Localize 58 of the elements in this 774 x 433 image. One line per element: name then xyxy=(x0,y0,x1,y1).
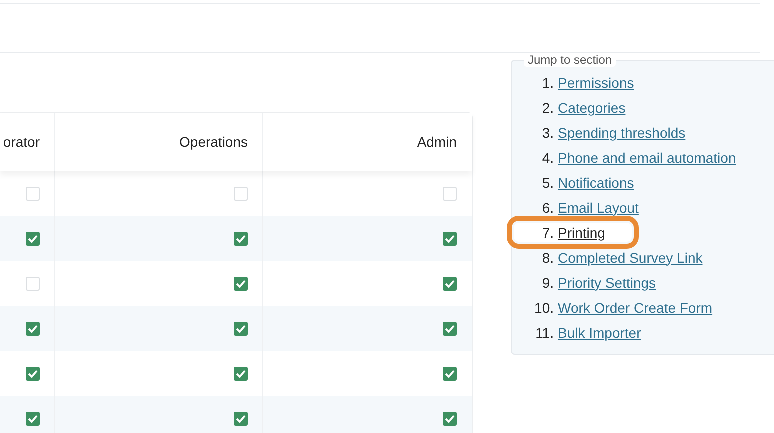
check-icon xyxy=(236,234,246,242)
panel-title: Jump to section xyxy=(524,53,616,67)
checkbox[interactable] xyxy=(443,366,457,380)
check-icon xyxy=(28,324,38,332)
section-link[interactable]: Spending thresholds xyxy=(558,124,686,140)
checkbox[interactable] xyxy=(234,322,248,336)
checkbox[interactable] xyxy=(234,366,248,380)
item-number: 3. xyxy=(541,124,554,140)
item-number: 6. xyxy=(541,200,554,216)
checkbox[interactable] xyxy=(443,412,457,426)
checkbox[interactable] xyxy=(26,186,40,200)
checkbox[interactable] xyxy=(443,276,457,290)
checkbox[interactable] xyxy=(234,232,248,246)
item-number: 8. xyxy=(541,250,554,266)
check-icon xyxy=(445,370,455,378)
column-header: Admin xyxy=(417,134,457,150)
checkbox[interactable] xyxy=(26,366,40,380)
check-icon xyxy=(236,280,246,288)
column-header: orator xyxy=(3,134,40,150)
checkbox[interactable] xyxy=(443,186,457,200)
checkbox[interactable] xyxy=(234,412,248,426)
section-link[interactable]: Notifications xyxy=(558,174,634,190)
item-number: 11. xyxy=(534,324,554,340)
item-number: 2. xyxy=(541,100,554,116)
check-icon xyxy=(28,234,38,242)
section-link[interactable]: Permissions xyxy=(558,74,634,90)
item-number: 10. xyxy=(534,300,554,316)
item-number: 5. xyxy=(541,174,554,190)
section-link[interactable]: Bulk Importer xyxy=(558,324,642,340)
check-icon xyxy=(236,370,246,378)
column-header: Operations xyxy=(180,134,248,150)
check-icon xyxy=(236,324,246,332)
item-number: 4. xyxy=(541,150,554,166)
checkbox[interactable] xyxy=(26,322,40,336)
item-number: 1. xyxy=(541,74,554,90)
section-link[interactable]: Categories xyxy=(558,100,626,116)
checkbox[interactable] xyxy=(26,412,40,426)
check-icon xyxy=(28,370,38,378)
section-link[interactable]: Phone and email automation xyxy=(558,150,736,166)
checkbox[interactable] xyxy=(26,232,40,246)
checkbox[interactable] xyxy=(26,276,40,290)
checkbox[interactable] xyxy=(234,186,248,200)
check-icon xyxy=(236,414,246,422)
checkbox[interactable] xyxy=(443,322,457,336)
checkbox[interactable] xyxy=(443,232,457,246)
check-icon xyxy=(445,414,455,422)
check-icon xyxy=(445,234,455,242)
check-icon xyxy=(445,280,455,288)
checkbox[interactable] xyxy=(234,276,248,290)
section-link[interactable]: Email Layout xyxy=(558,200,639,216)
item-number: 7. xyxy=(541,224,554,240)
section-link[interactable]: Priority Settings xyxy=(558,274,656,290)
check-icon xyxy=(28,414,38,422)
item-number: 9. xyxy=(541,274,554,290)
section-link[interactable]: Printing xyxy=(558,224,606,240)
section-link[interactable]: Completed Survey Link xyxy=(558,250,703,266)
check-icon xyxy=(445,324,455,332)
section-link[interactable]: Work Order Create Form xyxy=(558,300,713,316)
